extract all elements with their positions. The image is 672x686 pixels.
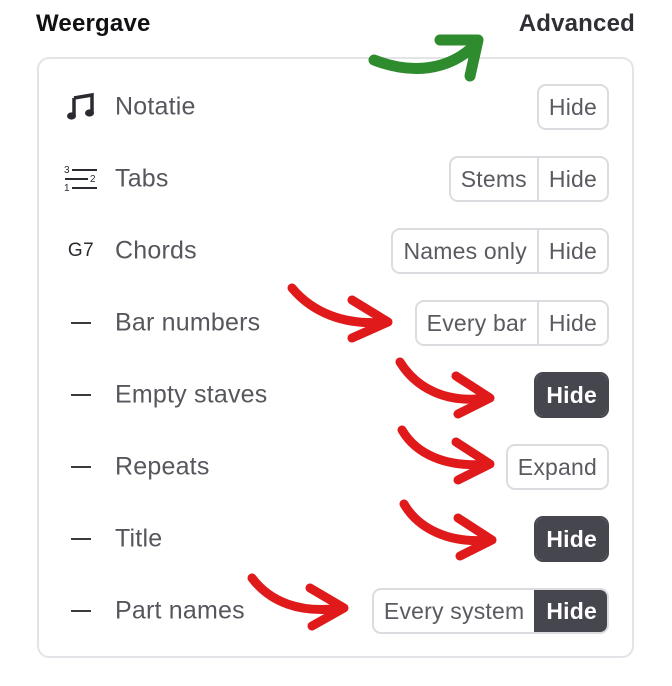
display-settings-panel: Notatie Hide 3 2 1 Tabs Stems Hide G7 Ch… bbox=[37, 57, 634, 658]
row-chords: G7 Chords Names only Hide bbox=[39, 215, 632, 287]
music-note-icon bbox=[61, 87, 101, 127]
repeats-options: Expand bbox=[505, 444, 609, 490]
tab-staff-icon: 3 2 1 bbox=[61, 159, 101, 199]
chords-options: Names only Hide bbox=[391, 228, 609, 274]
tab-icon-number: 2 bbox=[90, 174, 96, 185]
chords-names-only-button[interactable]: Names only bbox=[393, 230, 536, 272]
dash-icon bbox=[61, 303, 101, 343]
tab-icon-number: 3 bbox=[64, 165, 70, 176]
dash-icon bbox=[61, 447, 101, 487]
row-label: Notatie bbox=[115, 92, 196, 121]
notatie-hide-button[interactable]: Hide bbox=[539, 86, 607, 128]
part-names-every-system-button[interactable]: Every system bbox=[374, 590, 534, 632]
bar-numbers-options: Every bar Hide bbox=[414, 300, 609, 346]
title-options: Hide bbox=[534, 516, 609, 562]
title-hide-button[interactable]: Hide bbox=[536, 518, 607, 560]
row-title: Title Hide bbox=[39, 503, 632, 575]
dash-icon bbox=[61, 375, 101, 415]
chord-icon-text: G7 bbox=[67, 240, 95, 261]
section-title: Weergave bbox=[36, 10, 151, 37]
repeats-expand-button[interactable]: Expand bbox=[508, 446, 607, 488]
row-label: Tabs bbox=[115, 164, 169, 193]
advanced-link[interactable]: Advanced bbox=[519, 10, 635, 38]
dash-icon bbox=[61, 519, 101, 559]
row-part-names: Part names Every system Hide bbox=[39, 575, 632, 647]
row-label: Chords bbox=[115, 236, 197, 265]
row-empty-staves: Empty staves Hide bbox=[39, 359, 632, 431]
row-bar-numbers: Bar numbers Every bar Hide bbox=[39, 287, 632, 359]
chord-icon: G7 bbox=[61, 231, 101, 271]
row-repeats: Repeats Expand bbox=[39, 431, 632, 503]
tabs-options: Stems Hide bbox=[448, 156, 609, 202]
dash-icon bbox=[61, 591, 101, 631]
bar-numbers-hide-button[interactable]: Hide bbox=[536, 302, 607, 344]
row-tabs: 3 2 1 Tabs Stems Hide bbox=[39, 143, 632, 215]
empty-staves-options: Hide bbox=[534, 372, 609, 418]
part-names-hide-button[interactable]: Hide bbox=[534, 590, 607, 632]
row-label: Empty staves bbox=[115, 380, 268, 409]
bar-numbers-every-bar-button[interactable]: Every bar bbox=[417, 302, 537, 344]
tabs-stems-button[interactable]: Stems bbox=[451, 158, 537, 200]
row-label: Repeats bbox=[115, 452, 210, 481]
row-label: Title bbox=[115, 524, 163, 553]
chords-hide-button[interactable]: Hide bbox=[536, 230, 607, 272]
notatie-options: Hide bbox=[536, 84, 609, 130]
row-label: Part names bbox=[115, 596, 245, 625]
row-notatie: Notatie Hide bbox=[39, 71, 632, 143]
part-names-options: Every system Hide bbox=[371, 588, 609, 634]
tabs-hide-button[interactable]: Hide bbox=[536, 158, 607, 200]
row-label: Bar numbers bbox=[115, 308, 261, 337]
empty-staves-hide-button[interactable]: Hide bbox=[536, 374, 607, 416]
tab-icon-number: 1 bbox=[64, 183, 70, 194]
